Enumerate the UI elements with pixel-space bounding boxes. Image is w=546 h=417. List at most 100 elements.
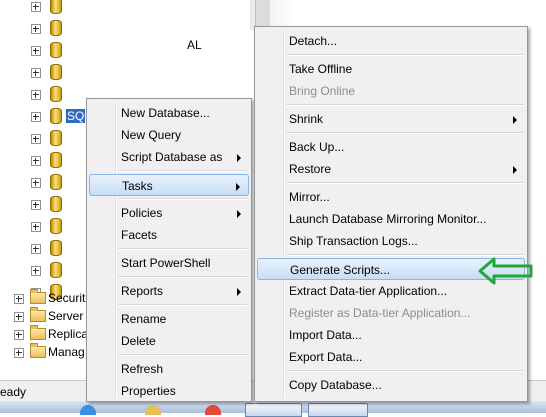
partial-node-text: AL <box>187 38 202 52</box>
database-icon <box>50 130 62 146</box>
menu-separator <box>286 104 523 106</box>
database-icon <box>50 42 62 58</box>
menu-item-label: Shrink <box>289 112 324 126</box>
plus-expander-icon[interactable] <box>31 24 41 34</box>
taskbar-button-ssms[interactable] <box>245 403 302 417</box>
menu-item-shrink[interactable]: Shrink <box>257 108 525 130</box>
database-icon <box>50 86 62 102</box>
menu-item-label: Ship Transaction Logs... <box>289 234 418 248</box>
folder-label: Manag <box>48 345 85 359</box>
menu-item-label: Take Offline <box>289 62 353 76</box>
plus-expander-icon[interactable] <box>31 134 41 144</box>
folder-icon <box>30 343 46 358</box>
media-icon[interactable] <box>205 405 221 415</box>
menu-item-new-query[interactable]: New Query <box>89 124 249 146</box>
plus-expander-icon[interactable] <box>31 222 41 232</box>
folder-label: Server <box>48 309 84 323</box>
menu-item-register-as-data-tier-application: Register as Data-tier Application... <box>257 302 525 324</box>
ie-icon[interactable] <box>80 405 96 415</box>
tree-node-database[interactable] <box>0 62 250 84</box>
menu-separator <box>118 354 247 356</box>
plus-expander-icon[interactable] <box>31 2 41 12</box>
menu-item-export-data[interactable]: Export Data... <box>257 346 525 368</box>
plus-expander-icon[interactable] <box>31 68 41 78</box>
folder-icon <box>30 325 46 340</box>
tasks-submenu: Detach... Take Offline Bring Online Shrink B… <box>254 26 528 402</box>
menu-item-script-database-as[interactable]: Script Database as <box>89 146 249 168</box>
menu-item-label: Generate Scripts... <box>290 263 391 277</box>
menu-item-refresh[interactable]: Refresh <box>89 358 249 380</box>
menu-item-label: Back Up... <box>289 140 345 154</box>
database-icon <box>50 218 62 234</box>
folder-label: Replica <box>48 327 89 341</box>
plus-expander-icon[interactable] <box>31 46 41 56</box>
menu-item-restore[interactable]: Restore <box>257 158 525 180</box>
menu-item-label: Restore <box>289 162 332 176</box>
explorer-icon[interactable] <box>145 405 161 415</box>
taskbar-button-editor[interactable] <box>308 403 368 417</box>
plus-expander-icon[interactable] <box>14 312 24 322</box>
plus-expander-icon[interactable] <box>31 156 41 166</box>
plus-expander-icon[interactable] <box>31 178 41 188</box>
menu-separator <box>286 182 523 184</box>
plus-expander-icon[interactable] <box>31 244 41 254</box>
menu-item-tasks[interactable]: Tasks <box>89 174 249 196</box>
database-icon <box>50 152 62 168</box>
tree-node-database[interactable] <box>0 0 250 18</box>
plus-expander-icon[interactable] <box>14 330 24 340</box>
menu-item-label: Extract Data-tier Application... <box>289 284 448 298</box>
plus-expander-icon[interactable] <box>14 348 24 358</box>
menu-separator <box>118 276 247 278</box>
menu-item-label: Refresh <box>121 362 164 376</box>
menu-item-label: Mirror... <box>289 190 330 204</box>
submenu-arrow-icon <box>237 288 241 296</box>
database-icon <box>50 196 62 212</box>
menu-item-label: New Query <box>121 128 182 142</box>
menu-separator <box>286 370 523 372</box>
menu-item-label: Tasks <box>122 179 153 193</box>
menu-item-import-data[interactable]: Import Data... <box>257 324 525 346</box>
menu-separator <box>286 54 523 56</box>
menu-item-reports[interactable]: Reports <box>89 280 249 302</box>
menu-item-back-up[interactable]: Back Up... <box>257 136 525 158</box>
menu-item-bring-online: Bring Online <box>257 80 525 102</box>
menu-item-label: Rename <box>121 312 167 326</box>
menu-item-start-powershell[interactable]: Start PowerShell <box>89 252 249 274</box>
menu-item-new-database[interactable]: New Database... <box>89 102 249 124</box>
selected-node-label[interactable]: SQ <box>66 109 86 123</box>
plus-expander-icon[interactable] <box>31 90 41 100</box>
plus-expander-icon[interactable] <box>14 294 24 304</box>
database-icon <box>50 64 62 80</box>
menu-item-label: Properties <box>121 384 176 398</box>
database-icon <box>50 174 62 190</box>
submenu-arrow-icon <box>237 210 241 218</box>
menu-item-properties[interactable]: Properties <box>89 380 249 402</box>
menu-item-policies[interactable]: Policies <box>89 202 249 224</box>
menu-item-label: Policies <box>121 206 163 220</box>
menu-separator <box>118 304 247 306</box>
plus-expander-icon[interactable] <box>31 200 41 210</box>
plus-expander-icon[interactable] <box>31 266 41 276</box>
green-arrow-icon <box>478 257 533 285</box>
menu-item-delete[interactable]: Delete <box>89 330 249 352</box>
menu-item-launch-database-mirroring-monitor[interactable]: Launch Database Mirroring Monitor... <box>257 208 525 230</box>
menu-item-label: New Database... <box>121 106 210 120</box>
menu-item-rename[interactable]: Rename <box>89 308 249 330</box>
menu-item-ship-transaction-logs[interactable]: Ship Transaction Logs... <box>257 230 525 252</box>
menu-item-label: Export Data... <box>289 350 363 364</box>
tree-node-database[interactable] <box>0 40 250 62</box>
menu-item-facets[interactable]: Facets <box>89 224 249 246</box>
tree-node-database[interactable] <box>0 18 250 40</box>
menu-item-label: Script Database as <box>121 150 223 164</box>
database-icon <box>50 108 62 124</box>
database-icon <box>50 20 62 36</box>
database-icon <box>50 240 62 256</box>
menu-item-copy-database[interactable]: Copy Database... <box>257 374 525 396</box>
folder-icon <box>30 307 46 322</box>
menu-item-take-offline[interactable]: Take Offline <box>257 58 525 80</box>
menu-separator <box>118 248 247 250</box>
menu-item-detach[interactable]: Detach... <box>257 30 525 52</box>
plus-expander-icon[interactable] <box>31 112 41 122</box>
menu-item-mirror[interactable]: Mirror... <box>257 186 525 208</box>
submenu-arrow-icon <box>236 183 240 191</box>
